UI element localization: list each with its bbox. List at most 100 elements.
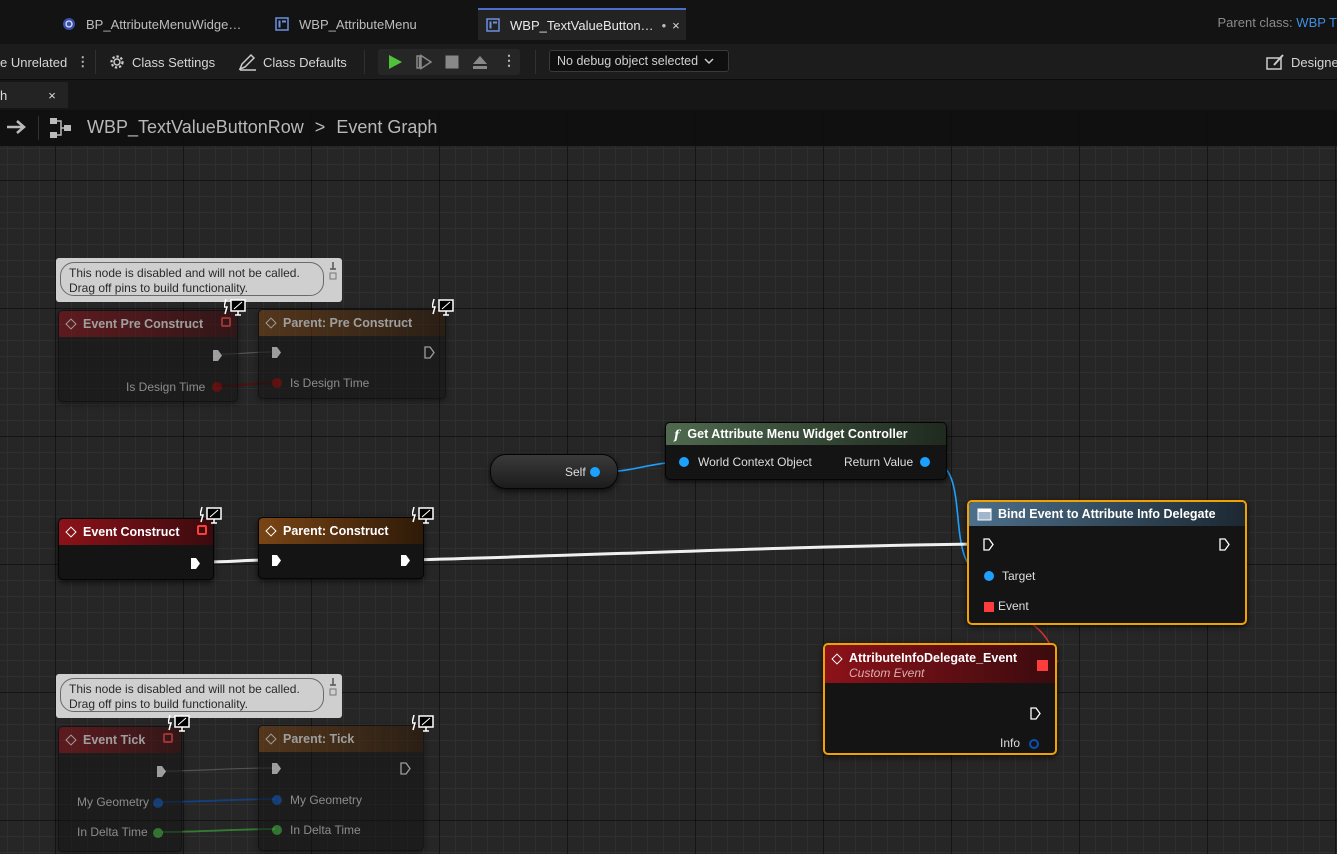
- exec-output-pin[interactable]: [400, 762, 411, 775]
- comment-line: Drag off pins to build functionality.: [69, 697, 248, 711]
- close-tab-icon[interactable]: ×: [672, 18, 680, 33]
- breadcrumb-graph[interactable]: Event Graph: [336, 117, 437, 137]
- node-title: Parent: Construct: [283, 524, 389, 538]
- node-title: Event Construct: [83, 525, 180, 539]
- more-options-icon[interactable]: ⋮: [76, 54, 89, 70]
- disabled-node-comment[interactable]: This node is disabled and will not be ca…: [56, 674, 342, 718]
- node-title: AttributeInfoDelegate_Event: [849, 651, 1018, 665]
- exec-output-pin[interactable]: [190, 557, 201, 570]
- pin-label: Info: [1000, 736, 1021, 750]
- exec-input-pin[interactable]: [983, 538, 994, 551]
- play-icon[interactable]: [387, 54, 403, 70]
- exec-output-pin[interactable]: [1030, 707, 1041, 720]
- object-input-pin[interactable]: [679, 457, 689, 467]
- event-icon: [265, 525, 277, 537]
- function-icon: f: [674, 426, 680, 442]
- node-title: Bind Event to Attribute Info Delegate: [998, 507, 1216, 521]
- debug-object-label: No debug object selected: [557, 54, 699, 68]
- node-subtitle: Custom Event: [849, 666, 925, 680]
- object-input-pin[interactable]: [984, 571, 994, 581]
- class-defaults-icon: [238, 53, 256, 71]
- node-header: Event Pre Construct: [59, 311, 237, 337]
- exec-output-pin[interactable]: [156, 765, 167, 778]
- exec-input-pin[interactable]: [271, 554, 282, 567]
- eject-icon[interactable]: [472, 54, 488, 70]
- comment-bubble: This node is disabled and will not be ca…: [60, 678, 324, 712]
- bool-input-pin[interactable]: [272, 378, 282, 388]
- node-header: f Get Attribute Menu Widget Controller: [666, 423, 946, 445]
- exec-output-pin[interactable]: [424, 346, 435, 359]
- struct-output-pin[interactable]: [1029, 739, 1039, 749]
- node-header: Event Construct: [59, 519, 213, 545]
- node-header: Parent: Construct: [259, 518, 423, 544]
- breadcrumb-separator: >: [314, 117, 326, 137]
- node-bind-event-to-attribute-info-delegate[interactable]: Bind Event to Attribute Info Delegate Ta…: [967, 500, 1247, 625]
- node-parent-construct[interactable]: Parent: Construct: [258, 517, 424, 579]
- pin-label: Target: [1002, 569, 1036, 583]
- designer-mode-button[interactable]: Designe: [1266, 44, 1337, 80]
- float-input-pin[interactable]: [272, 825, 282, 835]
- exec-output-pin[interactable]: [1219, 538, 1230, 551]
- node-self-reference[interactable]: Self: [490, 454, 618, 489]
- exec-output-pin[interactable]: [212, 349, 223, 362]
- class-defaults-label: Class Defaults: [263, 54, 347, 70]
- comment-bubble: This node is disabled and will not be ca…: [60, 262, 324, 296]
- graph-icon: [50, 118, 71, 138]
- pin-label: Is Design Time: [126, 380, 206, 394]
- tab-label: WBP_TextValueButton…: [510, 17, 654, 33]
- event-icon: [65, 734, 77, 746]
- tab-bp-attribute-menu-widget[interactable]: BP_AttributeMenuWidge…: [52, 8, 262, 40]
- pin-comment-icon[interactable]: [328, 677, 338, 697]
- exec-input-pin[interactable]: [271, 346, 282, 359]
- parent-class-link[interactable]: WBP T: [1296, 15, 1337, 30]
- bool-output-pin[interactable]: [212, 382, 222, 392]
- play-options-icon[interactable]: ⋮: [502, 52, 516, 69]
- node-get-attribute-menu-widget-controller[interactable]: f Get Attribute Menu Widget Controller Wo…: [665, 422, 947, 480]
- node-event-pre-construct[interactable]: Event Pre Construct Is Design Time: [58, 310, 238, 402]
- object-output-pin[interactable]: [590, 467, 600, 477]
- parent-class-label: Parent class:: [1217, 15, 1293, 30]
- delegate-output-pin[interactable]: [221, 317, 231, 327]
- node-parent-tick[interactable]: Parent: Tick My Geometry In Delta Time: [258, 725, 424, 851]
- comment-line: This node is disabled and will not be ca…: [69, 682, 300, 696]
- exec-input-pin[interactable]: [271, 762, 282, 775]
- event-graph-canvas[interactable]: WBP_TextValueButtonRow > Event Graph Thi…: [0, 110, 1337, 854]
- node-title: Event Pre Construct: [83, 317, 204, 331]
- delegate-output-pin[interactable]: [197, 525, 207, 535]
- close-tab-icon[interactable]: ×: [48, 88, 56, 103]
- node-title: Event Tick: [83, 733, 146, 747]
- delegate-output-pin[interactable]: [1037, 660, 1048, 671]
- node-header: Bind Event to Attribute Info Delegate: [969, 502, 1245, 526]
- client-only-monitor-icon: [432, 298, 454, 316]
- client-only-monitor-icon: [200, 506, 222, 524]
- delegate-input-pin[interactable]: [984, 602, 994, 612]
- pin-comment-icon[interactable]: [328, 261, 338, 281]
- tab-wbp-attribute-menu[interactable]: WBP_AttributeMenu: [265, 8, 475, 40]
- node-parent-pre-construct[interactable]: Parent: Pre Construct Is Design Time: [258, 309, 446, 399]
- stop-icon[interactable]: [444, 54, 460, 70]
- debug-object-dropdown[interactable]: No debug object selected: [549, 50, 729, 72]
- tab-event-graph[interactable]: h ×: [0, 82, 68, 108]
- forward-arrow-icon[interactable]: [6, 119, 28, 135]
- breadcrumb-blueprint[interactable]: WBP_TextValueButtonRow: [87, 117, 304, 137]
- delegate-output-pin[interactable]: [163, 733, 173, 743]
- struct-input-pin[interactable]: [272, 795, 282, 805]
- struct-output-pin[interactable]: [153, 798, 163, 808]
- float-output-pin[interactable]: [153, 828, 163, 838]
- node-attribute-info-delegate-event[interactable]: AttributeInfoDelegate_Event Custom Event…: [823, 643, 1057, 755]
- class-defaults-button[interactable]: Class Defaults: [238, 44, 347, 80]
- node-header: Parent: Tick: [259, 726, 423, 752]
- object-output-pin[interactable]: [920, 457, 930, 467]
- tab-wbp-text-value-button[interactable]: WBP_TextValueButton… • ×: [478, 8, 686, 40]
- hide-unrelated-button[interactable]: e Unrelated ⋮: [0, 44, 89, 80]
- node-event-construct[interactable]: Event Construct: [58, 518, 214, 580]
- node-title: Parent: Pre Construct: [283, 316, 413, 330]
- class-settings-button[interactable]: Class Settings: [108, 44, 215, 80]
- client-only-monitor-icon: [412, 506, 434, 524]
- exec-output-pin[interactable]: [400, 554, 411, 567]
- tab-label: WBP_AttributeMenu: [299, 16, 417, 32]
- node-event-tick[interactable]: Event Tick My Geometry In Delta Time: [58, 726, 182, 852]
- pin-label: In Delta Time: [77, 825, 148, 839]
- disabled-node-comment[interactable]: This node is disabled and will not be ca…: [56, 258, 342, 302]
- step-forward-icon[interactable]: [416, 54, 432, 70]
